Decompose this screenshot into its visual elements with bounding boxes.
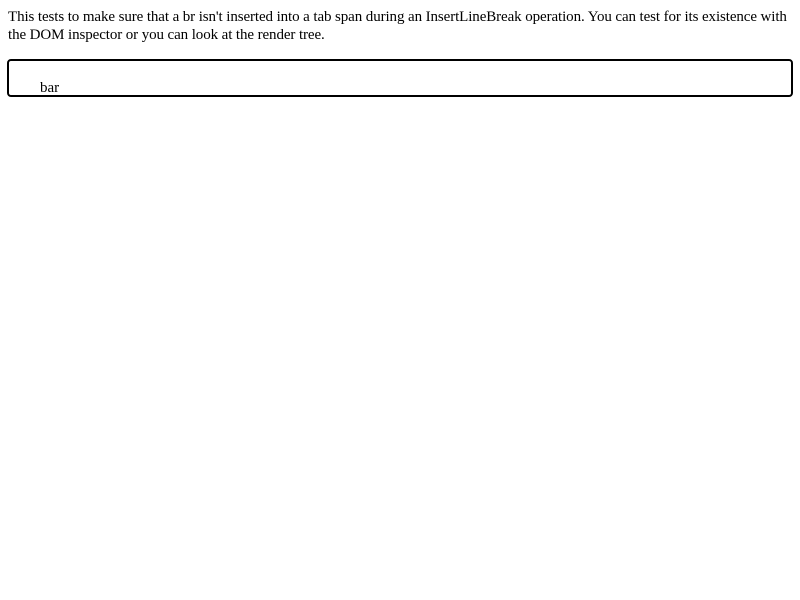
editor-text: bar [40, 80, 60, 96]
editor-line: bar [9, 79, 59, 97]
tab-span [9, 79, 40, 97]
editable-region[interactable]: bar [7, 59, 793, 97]
test-description: This tests to make sure that a br isn't … [8, 9, 787, 43]
test-page: This tests to make sure that a br isn't … [0, 0, 800, 600]
